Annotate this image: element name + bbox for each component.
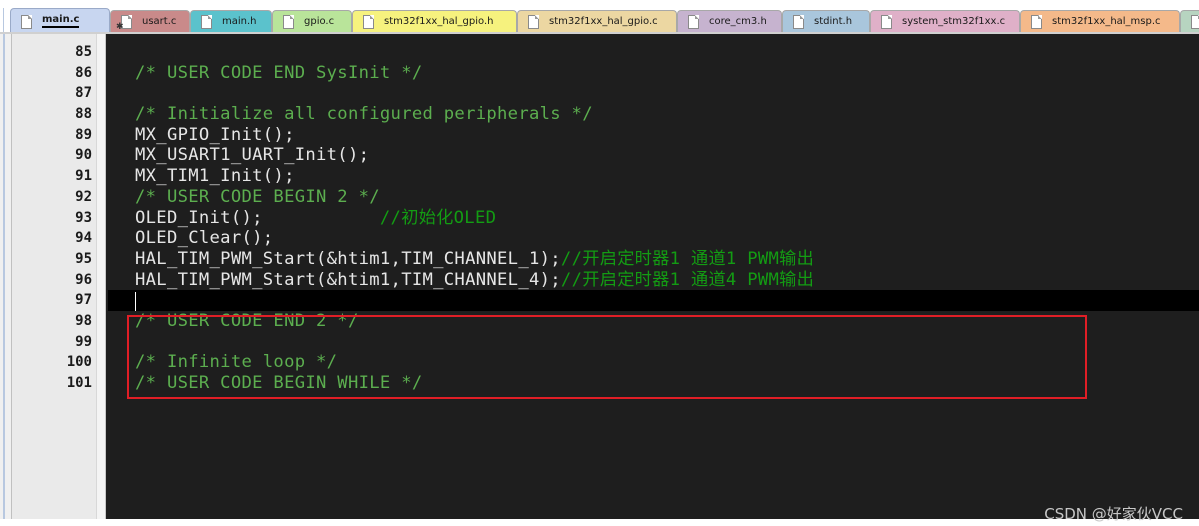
code-line[interactable]: /* Initialize all configured peripherals… bbox=[108, 104, 1199, 125]
watermark-text: CSDN @好家伙VCC bbox=[1044, 505, 1183, 523]
line-comment: //开启定时器1 通道4 PWM输出 bbox=[560, 269, 815, 290]
line-number: 93 bbox=[75, 209, 92, 226]
code-line[interactable]: OLED_Clear(); bbox=[108, 228, 1199, 249]
tab-label: stm32f1xx_hal_gpio.c bbox=[549, 16, 658, 27]
block-comment: /* USER CODE BEGIN 2 */ bbox=[135, 186, 380, 207]
block-comment: /* USER CODE END 2 */ bbox=[135, 310, 359, 331]
file-icon bbox=[21, 14, 32, 29]
line-comment: //初始化OLED bbox=[379, 207, 497, 228]
code-text: OLED_Init(); bbox=[135, 207, 380, 228]
line-number: 86 bbox=[75, 64, 92, 81]
code-line[interactable]: MX_GPIO_Init(); bbox=[108, 125, 1199, 146]
line-number: 97 bbox=[75, 292, 92, 309]
file-icon bbox=[688, 15, 699, 29]
code-line[interactable]: /* USER CODE BEGIN 2 */ bbox=[108, 187, 1199, 208]
file-icon bbox=[881, 15, 892, 29]
line-number: 101 bbox=[66, 375, 92, 391]
tab-stdint-h[interactable]: stdint.h bbox=[782, 10, 870, 33]
code-text: MX_GPIO_Init(); bbox=[135, 124, 295, 145]
line-number: 85 bbox=[75, 44, 92, 60]
line-number: 87 bbox=[75, 85, 92, 102]
line-number: 90 bbox=[75, 147, 92, 164]
line-number: 89 bbox=[75, 126, 92, 143]
file-icon bbox=[528, 15, 539, 29]
tab-core-cm3-h[interactable]: core_cm3.h bbox=[677, 10, 782, 33]
tab-main-h[interactable]: main.h bbox=[190, 10, 272, 33]
tab-label: core_cm3.h bbox=[709, 16, 767, 27]
code-lines[interactable]: /* USER CODE END SysInit */ /* Initialize… bbox=[108, 42, 1199, 394]
code-line[interactable]: HAL_TIM_PWM_Start(&htim1,TIM_CHANNEL_4);… bbox=[108, 270, 1199, 291]
modified-file-icon bbox=[116, 15, 132, 32]
code-text: OLED_Clear(); bbox=[135, 228, 274, 249]
line-number: 99 bbox=[75, 333, 92, 350]
tab-label: usart.c bbox=[142, 16, 177, 27]
code-line[interactable]: /* USER CODE END SysInit */ bbox=[108, 63, 1199, 84]
line-comment: //开启定时器1 通道1 PWM输出 bbox=[560, 248, 815, 269]
line-numbers: 85 86 87 88 89 90 91 92 93 94 95 96 97 98 99 100 101 bbox=[12, 42, 92, 394]
tab-overflow[interactable] bbox=[1180, 10, 1199, 33]
code-line[interactable] bbox=[108, 290, 1199, 312]
tab-stm32f1xx-hal-msp-c[interactable]: stm32f1xx_hal_msp.c bbox=[1020, 10, 1180, 33]
code-line[interactable]: OLED_Init(); //初始化OLED bbox=[108, 208, 1199, 229]
line-number: 100 bbox=[66, 354, 92, 371]
tab-system-stm32f1xx-c[interactable]: system_stm32f1xx.c bbox=[870, 10, 1020, 33]
code-line[interactable] bbox=[108, 83, 1199, 104]
line-number: 91 bbox=[75, 168, 92, 185]
code-text: MX_USART1_UART_Init(); bbox=[135, 145, 370, 166]
code-line[interactable] bbox=[108, 42, 1199, 63]
tab-label: stm32f1xx_hal_gpio.h bbox=[384, 16, 494, 27]
tab-usart-c[interactable]: usart.c bbox=[110, 10, 190, 33]
code-text: HAL_TIM_PWM_Start(&htim1,TIM_CHANNEL_1); bbox=[135, 248, 561, 269]
file-icon bbox=[363, 15, 374, 29]
code-line[interactable]: MX_USART1_UART_Init(); bbox=[108, 145, 1199, 166]
editor-left-frame bbox=[0, 34, 12, 526]
gutter-margin[interactable] bbox=[96, 34, 106, 526]
block-comment: /* USER CODE END SysInit */ bbox=[135, 62, 423, 83]
tab-main-c[interactable]: main.c bbox=[10, 8, 110, 34]
tab-label: main.h bbox=[222, 16, 257, 27]
line-number: 88 bbox=[75, 106, 92, 123]
tab-gpio-c[interactable]: gpio.c bbox=[272, 10, 352, 33]
line-number: 94 bbox=[75, 230, 92, 247]
file-icon bbox=[1191, 15, 1199, 29]
bottom-strip bbox=[0, 519, 1199, 526]
file-icon bbox=[201, 15, 212, 29]
tab-label: gpio.c bbox=[304, 16, 335, 27]
file-icon bbox=[793, 15, 804, 29]
file-icon bbox=[283, 15, 294, 29]
tab-label: main.c bbox=[42, 15, 80, 28]
code-text: HAL_TIM_PWM_Start(&htim1,TIM_CHANNEL_4); bbox=[135, 269, 561, 290]
text-caret bbox=[135, 292, 136, 312]
code-text: MX_TIM1_Init(); bbox=[135, 166, 295, 187]
file-icon bbox=[1031, 15, 1042, 29]
tab-bar-left-border bbox=[3, 8, 4, 34]
code-line[interactable]: MX_TIM1_Init(); bbox=[108, 166, 1199, 187]
tab-label: system_stm32f1xx.c bbox=[902, 16, 1006, 27]
line-number: 92 bbox=[75, 188, 92, 205]
line-number: 98 bbox=[75, 312, 92, 329]
code-line[interactable]: /* Infinite loop */ bbox=[108, 352, 1199, 373]
code-line[interactable]: HAL_TIM_PWM_Start(&htim1,TIM_CHANNEL_1);… bbox=[108, 249, 1199, 270]
editor-tab-bar: main.c usart.c main.h gpio.c stm32f1xx_hal_g… bbox=[0, 0, 1199, 34]
code-line[interactable] bbox=[108, 332, 1199, 353]
block-comment: /* USER CODE BEGIN WHILE */ bbox=[135, 373, 423, 393]
line-number: 95 bbox=[75, 250, 92, 267]
block-comment: /* Infinite loop */ bbox=[135, 352, 338, 373]
code-line[interactable]: /* USER CODE END 2 */ bbox=[108, 311, 1199, 332]
tab-stm32f1xx-hal-gpio-c[interactable]: stm32f1xx_hal_gpio.c bbox=[517, 10, 677, 33]
line-number: 96 bbox=[75, 271, 92, 288]
tab-label: stm32f1xx_hal_msp.c bbox=[1052, 16, 1161, 27]
code-line[interactable]: /* USER CODE BEGIN WHILE */ bbox=[108, 373, 1199, 394]
block-comment: /* Initialize all configured peripherals… bbox=[135, 104, 593, 125]
tab-stm32f1xx-hal-gpio-h[interactable]: stm32f1xx_hal_gpio.h bbox=[352, 10, 517, 33]
tab-label: stdint.h bbox=[814, 16, 853, 27]
